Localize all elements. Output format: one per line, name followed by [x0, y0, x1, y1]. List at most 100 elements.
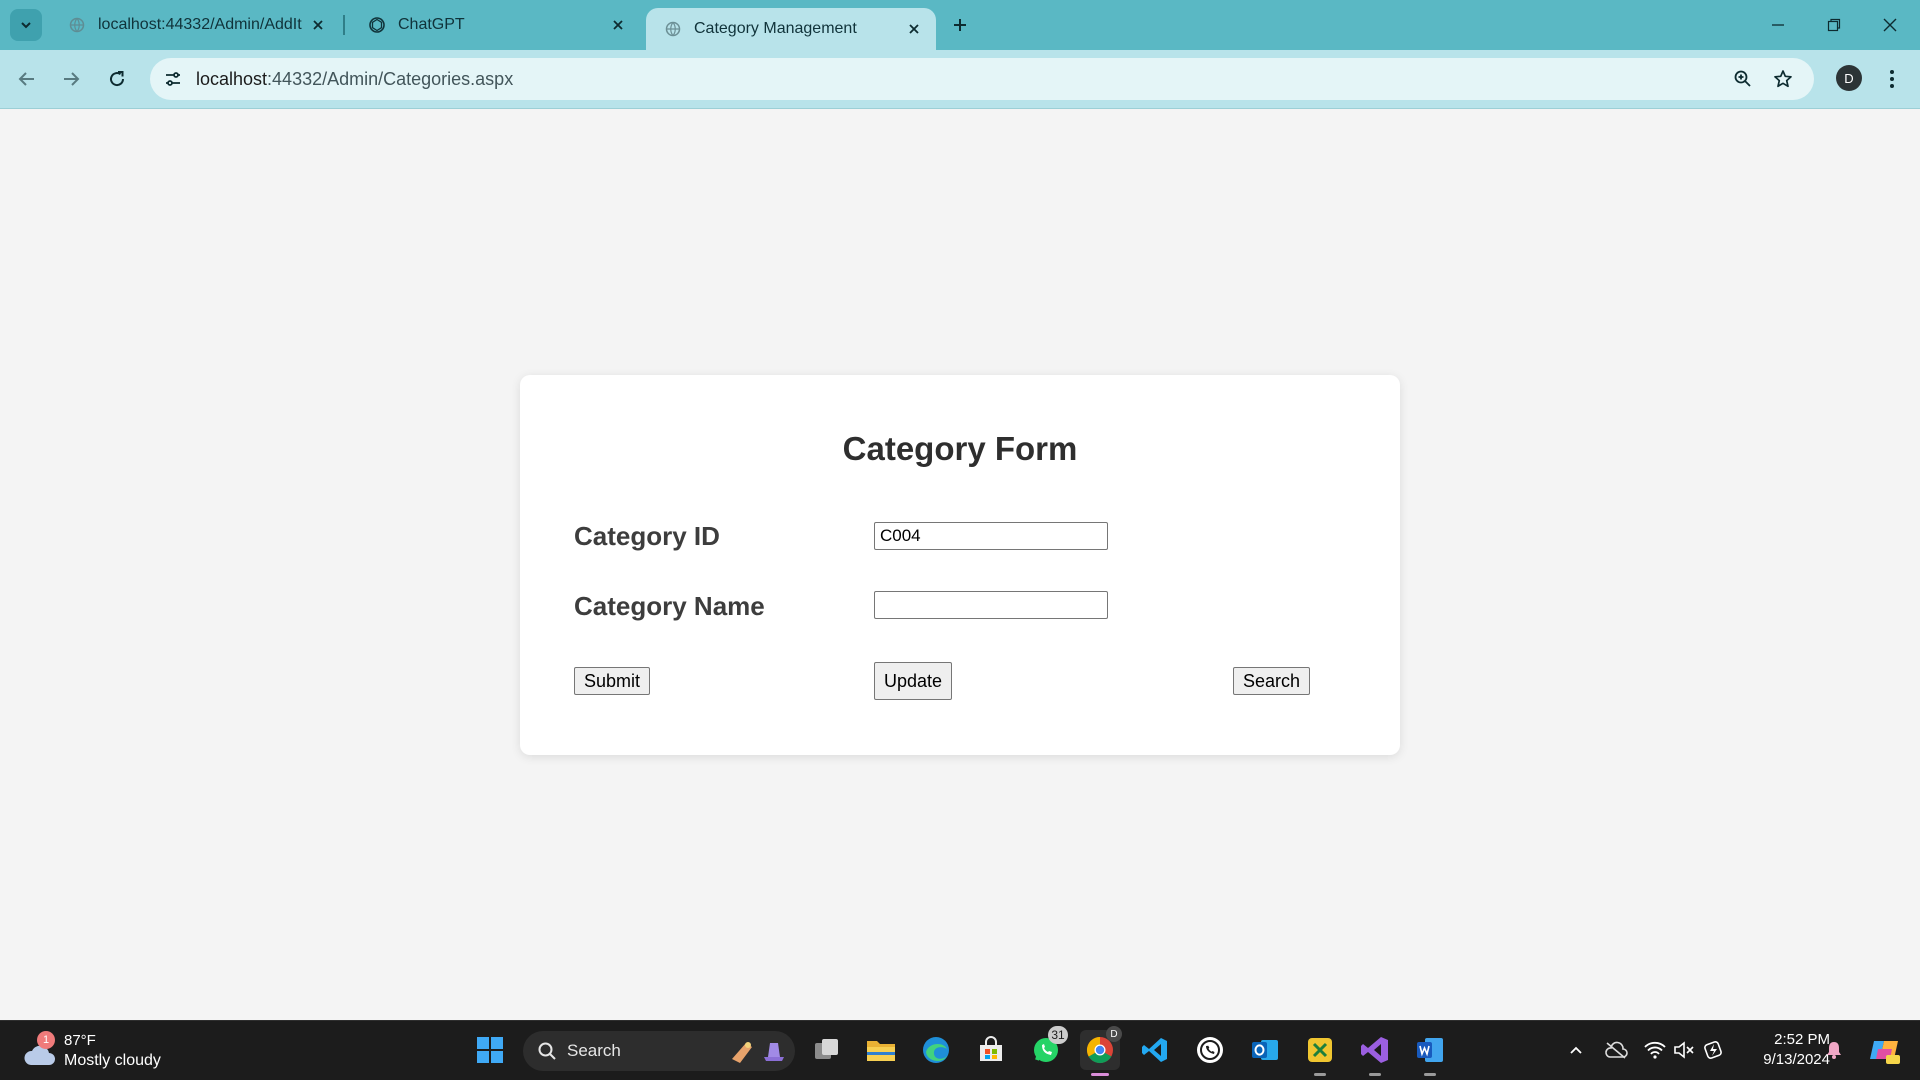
tab-add-item[interactable]: localhost:44332/Admin/AddItem: [50, 0, 340, 50]
copilot-button[interactable]: [1866, 1033, 1902, 1067]
bell-icon: [1827, 1042, 1841, 1059]
tab-search-button[interactable]: [10, 9, 42, 41]
category-id-input[interactable]: [874, 522, 1108, 550]
globe-icon: [68, 16, 86, 34]
star-icon: [1774, 70, 1792, 88]
tab-title: ChatGPT: [398, 16, 465, 33]
minimize-button[interactable]: [1750, 6, 1806, 44]
tab-separator: [343, 15, 345, 35]
whatsapp-button[interactable]: 31: [1026, 1026, 1068, 1070]
page-title: Category Form: [842, 430, 1078, 467]
windows-icon: [477, 1037, 503, 1063]
browser-menu-button[interactable]: [1878, 62, 1906, 96]
reload-button[interactable]: [98, 60, 136, 98]
url-text[interactable]: localhost:44332/Admin/Categories.aspx: [196, 69, 513, 90]
close-icon[interactable]: [906, 21, 922, 37]
arrow-left-icon: [18, 72, 34, 86]
kebab-menu-icon: [1890, 70, 1894, 88]
tab-title: Category Management: [694, 20, 857, 37]
battery-charging-icon: [1704, 1041, 1722, 1059]
store-button[interactable]: [971, 1030, 1011, 1070]
bookmark-button[interactable]: [1770, 66, 1796, 92]
globe-icon: [664, 20, 682, 38]
forward-button[interactable]: [52, 60, 90, 98]
running-indicator: [1424, 1073, 1436, 1076]
system-clock[interactable]: 2:52 PM 9/13/2024: [1738, 1030, 1830, 1070]
weather-widget[interactable]: 1 87°F Mostly cloudy: [20, 1031, 200, 1073]
clock-date: 9/13/2024: [1763, 1051, 1830, 1068]
volume-button[interactable]: [1670, 1033, 1698, 1067]
profile-avatar[interactable]: D: [1836, 65, 1862, 91]
start-button[interactable]: [470, 1030, 510, 1070]
running-indicator: [1369, 1073, 1381, 1076]
task-view-button[interactable]: [807, 1030, 847, 1070]
category-name-label: Category Name: [574, 591, 765, 621]
vscode-button[interactable]: [1135, 1030, 1175, 1070]
arrow-right-icon: [64, 72, 80, 86]
search-highlight-icon: [732, 1042, 784, 1063]
copilot-icon: [1870, 1041, 1900, 1064]
new-tab-button[interactable]: [946, 11, 974, 39]
search-placeholder: Search: [567, 1041, 621, 1060]
close-icon[interactable]: [310, 17, 326, 33]
search-icon: [538, 1042, 556, 1060]
submit-button[interactable]: Submit: [574, 667, 651, 695]
tab-strip: localhost:44332/Admin/AddItem ChatGPT Ca…: [0, 0, 1920, 50]
browser-toolbar: localhost:44332/Admin/Categories.aspx D: [0, 50, 1920, 109]
zoom-in-icon: [1734, 70, 1751, 87]
snipping-tool-button[interactable]: [1300, 1030, 1340, 1076]
outlook-button[interactable]: [1245, 1030, 1285, 1070]
close-icon: [1883, 18, 1897, 32]
zoom-button[interactable]: [1730, 66, 1756, 92]
running-indicator: [1314, 1073, 1326, 1076]
running-indicator: [1091, 1073, 1109, 1076]
update-button[interactable]: Update: [874, 662, 953, 700]
wifi-icon: [1644, 1041, 1666, 1059]
file-explorer-button[interactable]: [861, 1030, 901, 1070]
whatsapp-web-button[interactable]: [1190, 1030, 1230, 1070]
task-view-icon: [815, 1039, 838, 1059]
edge-icon: [923, 1037, 949, 1063]
plus-icon: [954, 19, 966, 31]
address-bar[interactable]: localhost:44332/Admin/Categories.aspx: [150, 58, 1814, 100]
chevron-down-icon: [21, 22, 31, 29]
category-id-label: Category ID: [574, 521, 720, 551]
weather-alert-badge: 1: [37, 1031, 55, 1049]
search-button[interactable]: Search: [1233, 667, 1311, 695]
notifications-button[interactable]: [1820, 1033, 1848, 1067]
onedrive-button[interactable]: [1602, 1033, 1630, 1067]
chrome-button[interactable]: D: [1080, 1026, 1122, 1076]
chatgpt-icon: [368, 16, 386, 34]
folder-icon: [867, 1041, 895, 1061]
restore-button[interactable]: [1806, 6, 1862, 44]
snipping-tool-icon: [1308, 1038, 1332, 1062]
close-icon[interactable]: [610, 17, 626, 33]
minimize-icon: [1772, 24, 1784, 26]
back-button[interactable]: [8, 60, 46, 98]
taskbar-search[interactable]: Search: [523, 1031, 795, 1071]
close-window-button[interactable]: [1862, 6, 1918, 44]
word-button[interactable]: [1410, 1030, 1450, 1076]
site-info-button[interactable]: [158, 64, 188, 94]
tab-chatgpt[interactable]: ChatGPT: [350, 0, 640, 50]
word-icon: [1417, 1038, 1443, 1062]
show-hidden-icons-button[interactable]: [1562, 1033, 1590, 1067]
category-form-card: Category Form Category ID Category Name …: [520, 375, 1400, 755]
visual-studio-button[interactable]: [1355, 1030, 1395, 1076]
notification-badge: 31: [1048, 1026, 1068, 1044]
outlook-icon: [1252, 1040, 1278, 1060]
url-host: localhost: [196, 69, 268, 89]
network-button[interactable]: [1641, 1033, 1669, 1067]
visual-studio-icon: [1361, 1037, 1388, 1063]
tab-category-management[interactable]: Category Management: [646, 8, 936, 50]
edge-button[interactable]: [916, 1030, 956, 1070]
volume-muted-icon: [1674, 1041, 1694, 1059]
weather-temp: 87°F: [64, 1032, 96, 1049]
vscode-icon: [1142, 1038, 1167, 1062]
chevron-up-icon: [1570, 1046, 1582, 1054]
tab-title: localhost:44332/Admin/AddItem: [98, 16, 302, 33]
battery-button[interactable]: [1700, 1033, 1728, 1067]
whatsapp-icon: [1197, 1037, 1223, 1063]
taskbar: 1 87°F Mostly cloudy Search 31 D 2:52 PM…: [0, 1020, 1920, 1080]
category-name-input[interactable]: [874, 591, 1108, 619]
